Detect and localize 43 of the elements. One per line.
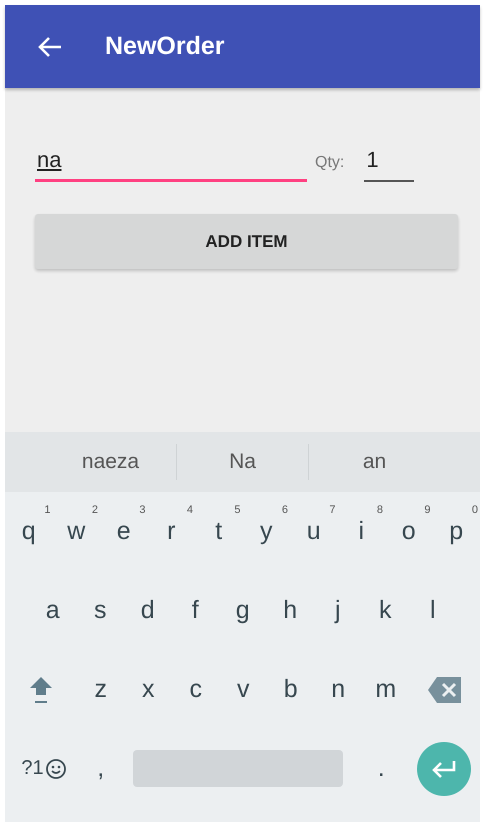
- back-arrow-icon: [37, 34, 63, 58]
- key[interactable]: x: [124, 660, 172, 720]
- screen-title: NewOrder: [105, 32, 224, 61]
- qty-field[interactable]: 1: [364, 140, 414, 182]
- key[interactable]: s: [76, 580, 124, 640]
- key[interactable]: k: [362, 580, 409, 640]
- suggestion[interactable]: naeza: [45, 443, 176, 481]
- add-item-button[interactable]: ADD ITEM: [35, 214, 458, 269]
- key[interactable]: m: [362, 660, 410, 720]
- key[interactable]: t 5: [195, 502, 242, 562]
- key[interactable]: b: [267, 660, 314, 720]
- key[interactable]: z: [77, 660, 124, 720]
- key[interactable]: y 6: [242, 502, 290, 562]
- key[interactable]: i 8: [338, 502, 385, 562]
- backspace-icon: [426, 676, 462, 704]
- comma-key[interactable]: ,: [77, 738, 124, 798]
- key[interactable]: d: [124, 580, 172, 640]
- key[interactable]: p 0: [432, 502, 480, 562]
- qty-label: Qty:: [315, 154, 344, 173]
- key[interactable]: j: [314, 580, 362, 640]
- key[interactable]: q 1: [5, 502, 52, 562]
- period-key[interactable]: .: [358, 738, 405, 798]
- key[interactable]: r 4: [148, 502, 195, 562]
- key[interactable]: c: [172, 660, 220, 720]
- key[interactable]: f: [172, 580, 219, 640]
- key[interactable]: v: [220, 660, 267, 720]
- key[interactable]: u 7: [290, 502, 338, 562]
- key[interactable]: a: [29, 580, 76, 640]
- key[interactable]: h: [266, 580, 314, 640]
- enter-key[interactable]: [417, 742, 471, 796]
- shift-arrow-icon: [29, 676, 53, 704]
- key[interactable]: o 9: [385, 502, 432, 562]
- key[interactable]: g: [219, 580, 266, 640]
- symbols-key[interactable]: ?1: [11, 738, 77, 798]
- suggestion[interactable]: an: [309, 443, 440, 481]
- key[interactable]: w 2: [52, 502, 100, 562]
- enter-arrow-icon: [431, 758, 457, 778]
- suggestion[interactable]: Na: [177, 443, 308, 481]
- key[interactable]: e 3: [100, 502, 148, 562]
- smiley-icon: [44, 758, 67, 780]
- item-field[interactable]: na: [35, 140, 307, 182]
- key[interactable]: n: [314, 660, 362, 720]
- key[interactable]: l: [409, 580, 456, 640]
